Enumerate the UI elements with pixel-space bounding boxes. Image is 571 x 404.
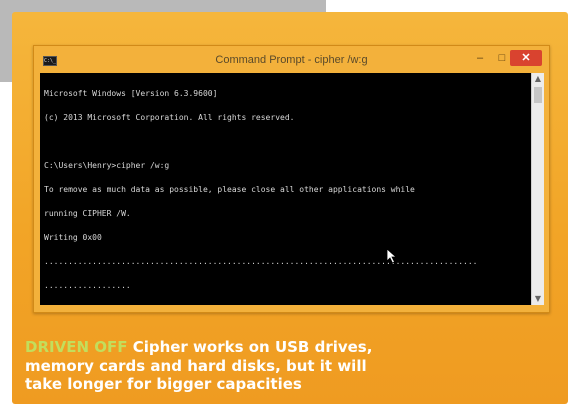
console-text: Microsoft Windows [Version 6.3.9600] (c)…	[44, 74, 527, 306]
console-line: C:\Users\Henry>cipher /w:g	[44, 161, 170, 170]
console-line: ........................................…	[44, 257, 478, 266]
close-button[interactable]: ✕	[510, 50, 542, 66]
console-output[interactable]: Microsoft Windows [Version 6.3.9600] (c)…	[40, 73, 531, 305]
scroll-thumb[interactable]	[534, 87, 542, 103]
scroll-down-arrow-icon[interactable]: ▼	[532, 293, 544, 305]
scroll-up-arrow-icon[interactable]: ▲	[532, 73, 544, 85]
console-line: To remove as much data as possible, plea…	[44, 185, 415, 194]
console-line: (c) 2013 Microsoft Corporation. All righ…	[44, 113, 295, 122]
console-line: Writing 0x00	[44, 233, 102, 242]
console-line: Microsoft Windows [Version 6.3.9600]	[44, 89, 218, 98]
minimize-button[interactable]: –	[469, 50, 491, 66]
console-line: running CIPHER /W.	[44, 209, 131, 218]
command-prompt-window[interactable]: C:\_ Command Prompt - cipher /w:g – □ ✕ …	[33, 45, 550, 313]
mouse-pointer-icon	[386, 248, 398, 264]
window-titlebar[interactable]: C:\_ Command Prompt - cipher /w:g – □ ✕	[34, 46, 549, 72]
vertical-scrollbar[interactable]: ▲ ▼	[531, 73, 544, 305]
console-line: ..................	[44, 281, 131, 290]
caption-tag: DRIVEN OFF	[25, 338, 128, 356]
caption: DRIVEN OFF Cipher works on USB drives, m…	[25, 338, 405, 394]
